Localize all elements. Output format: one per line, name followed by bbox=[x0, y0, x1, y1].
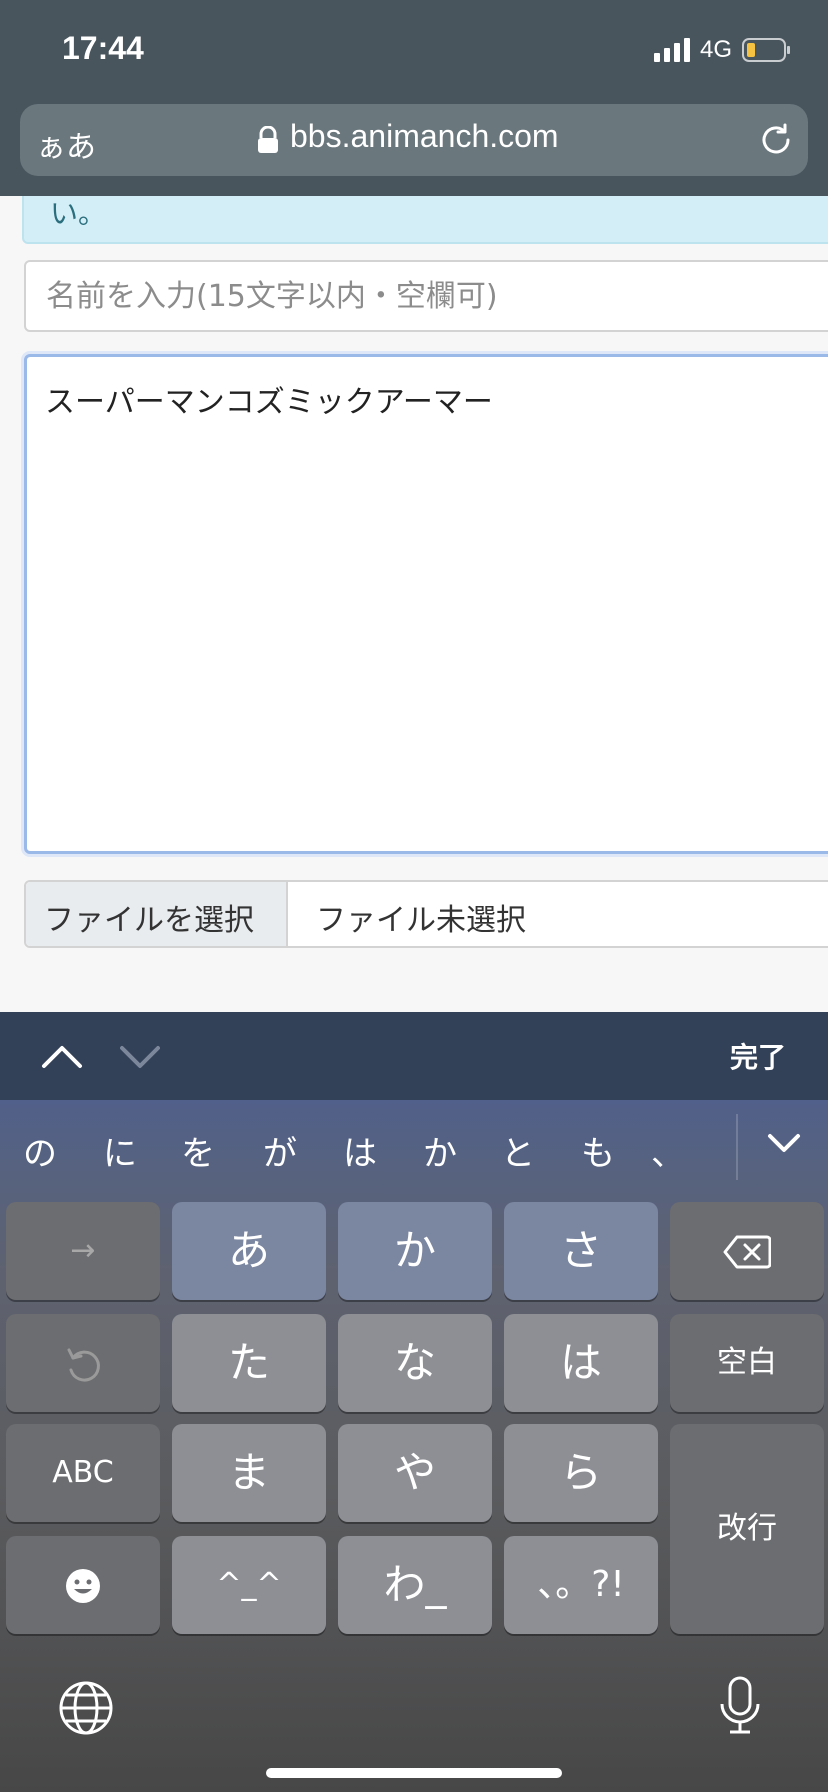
suggestion-item[interactable]: か bbox=[410, 1126, 470, 1175]
emoji-icon bbox=[66, 1568, 100, 1603]
address-bar[interactable]: ぁあ bbs.animanch.com bbox=[20, 104, 808, 176]
next-field-icon[interactable] bbox=[118, 1038, 162, 1074]
file-input[interactable]: ファイルを選択 ファイル未選択 bbox=[24, 880, 828, 948]
key-ra[interactable]: ら bbox=[504, 1424, 658, 1522]
browser-chrome: 17:44 4G ぁあ bbs.animanch.com bbox=[0, 0, 828, 196]
signal-icon bbox=[654, 38, 690, 62]
return-key[interactable]: 改行 bbox=[670, 1424, 824, 1634]
globe-icon[interactable] bbox=[58, 1680, 114, 1736]
suggestion-item[interactable]: に bbox=[90, 1126, 150, 1175]
page-content: い。 ファイルを選択 ファイル未選択 bbox=[0, 196, 828, 1012]
notice-box: い。 bbox=[22, 196, 828, 244]
previous-field-icon[interactable] bbox=[40, 1038, 84, 1074]
suggestion-item[interactable]: は bbox=[330, 1126, 390, 1175]
suggestion-bar: の に を が は か と も 、 bbox=[0, 1100, 828, 1196]
space-key[interactable]: 空白 bbox=[670, 1314, 824, 1412]
key-ha[interactable]: は bbox=[504, 1314, 658, 1412]
undo-icon bbox=[67, 1348, 100, 1382]
key-ma[interactable]: ま bbox=[172, 1424, 326, 1522]
kaomoji-key[interactable]: ^_^ bbox=[172, 1536, 326, 1634]
chevron-down-icon[interactable] bbox=[764, 1130, 804, 1158]
lock-icon bbox=[258, 126, 278, 153]
text-size-button[interactable]: ぁあ bbox=[36, 122, 96, 166]
next-key[interactable]: → bbox=[6, 1202, 160, 1300]
choose-file-button[interactable]: ファイルを選択 bbox=[26, 882, 288, 946]
punctuation-key[interactable]: 、。?! bbox=[504, 1536, 658, 1634]
body-textarea[interactable] bbox=[24, 354, 828, 854]
key-a[interactable]: あ bbox=[172, 1202, 326, 1300]
suggestion-item[interactable]: が bbox=[250, 1126, 310, 1175]
emoji-key[interactable] bbox=[6, 1536, 160, 1634]
reload-icon[interactable] bbox=[758, 122, 794, 158]
keyboard-accessory-bar: 完了 bbox=[0, 1012, 828, 1100]
notice-text: い。 bbox=[50, 197, 107, 230]
suggestion-item[interactable]: を bbox=[168, 1126, 228, 1175]
key-ya[interactable]: や bbox=[338, 1424, 492, 1522]
url-text[interactable]: bbs.animanch.com bbox=[290, 118, 559, 155]
battery-icon bbox=[742, 38, 790, 62]
home-indicator bbox=[266, 1768, 562, 1778]
suggestion-item[interactable]: と bbox=[488, 1126, 548, 1175]
key-wa[interactable]: わ_ bbox=[338, 1536, 492, 1634]
file-status-text: ファイル未選択 bbox=[316, 903, 526, 938]
key-ka[interactable]: か bbox=[338, 1202, 492, 1300]
name-input[interactable] bbox=[24, 260, 828, 332]
backspace-icon bbox=[723, 1235, 772, 1268]
suggestion-item[interactable]: 、 bbox=[638, 1126, 698, 1175]
delete-key[interactable] bbox=[670, 1202, 824, 1300]
network-label: 4G bbox=[700, 36, 733, 63]
suggestion-item[interactable]: も bbox=[568, 1126, 628, 1175]
status-time: 17:44 bbox=[62, 30, 144, 66]
suggestion-item[interactable]: の bbox=[10, 1126, 70, 1175]
key-sa[interactable]: さ bbox=[504, 1202, 658, 1300]
suggestion-divider bbox=[736, 1114, 738, 1180]
done-button[interactable]: 完了 bbox=[730, 1036, 786, 1076]
microphone-icon[interactable] bbox=[716, 1676, 764, 1736]
key-ta[interactable]: た bbox=[172, 1314, 326, 1412]
key-na[interactable]: な bbox=[338, 1314, 492, 1412]
keyboard: の に を が は か と も 、 → あ か さ た な は 空白 ABC ま… bbox=[0, 1100, 828, 1792]
undo-key[interactable] bbox=[6, 1314, 160, 1412]
abc-key[interactable]: ABC bbox=[6, 1424, 160, 1522]
